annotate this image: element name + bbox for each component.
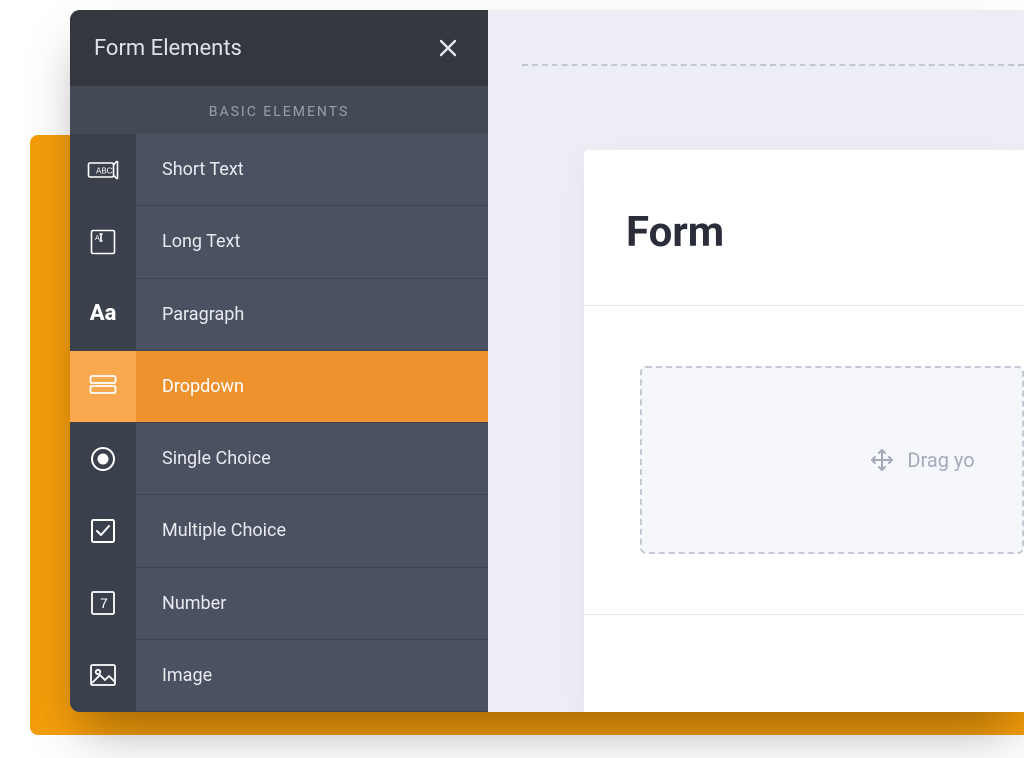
element-label: Paragraph [136, 304, 244, 325]
form-body: Drag yo [584, 306, 1024, 615]
svg-text:ABC: ABC [96, 166, 113, 175]
number-icon: 7 [70, 568, 136, 639]
form-title[interactable]: Form [584, 150, 1024, 306]
form-builder-window: Form Elements BASIC ELEMENTS ABC [70, 10, 1024, 712]
single-choice-icon [70, 423, 136, 494]
long-text-icon: A [70, 206, 136, 277]
element-label: Image [136, 665, 212, 686]
element-label: Long Text [136, 231, 240, 252]
top-guideline [522, 64, 1024, 66]
dropdown-icon [70, 351, 136, 422]
element-multiple-choice[interactable]: Multiple Choice [70, 495, 488, 567]
form-canvas: Form Drag yo [488, 10, 1024, 712]
sidebar-header: Form Elements [70, 10, 488, 86]
elements-sidebar: Form Elements BASIC ELEMENTS ABC [70, 10, 488, 712]
image-icon [70, 640, 136, 711]
sidebar-title: Form Elements [94, 36, 242, 61]
svg-text:A: A [95, 235, 100, 242]
element-dropdown[interactable]: Dropdown [70, 351, 488, 423]
element-short-text[interactable]: ABC Short Text [70, 134, 488, 206]
element-label: Single Choice [136, 448, 271, 469]
multiple-choice-icon [70, 495, 136, 566]
element-image[interactable]: Image [70, 640, 488, 712]
close-icon [436, 36, 460, 60]
element-single-choice[interactable]: Single Choice [70, 423, 488, 495]
element-label: Dropdown [136, 376, 244, 397]
element-label: Short Text [136, 159, 244, 180]
move-icon [869, 447, 895, 473]
paragraph-icon: Aa [70, 279, 136, 350]
elements-list: ABC Short Text A [70, 134, 488, 712]
form-panel: Form Drag yo [584, 150, 1024, 712]
section-label-basic: BASIC ELEMENTS [70, 86, 488, 134]
element-paragraph[interactable]: Aa Paragraph [70, 279, 488, 351]
element-long-text[interactable]: A Long Text [70, 206, 488, 278]
short-text-icon: ABC [70, 134, 136, 205]
element-label: Number [136, 593, 226, 614]
element-number[interactable]: 7 Number [70, 568, 488, 640]
drop-zone[interactable]: Drag yo [640, 366, 1024, 554]
drop-hint-text: Drag yo [907, 448, 974, 472]
element-label: Multiple Choice [136, 520, 286, 541]
svg-text:7: 7 [100, 595, 108, 611]
close-button[interactable] [432, 32, 464, 64]
